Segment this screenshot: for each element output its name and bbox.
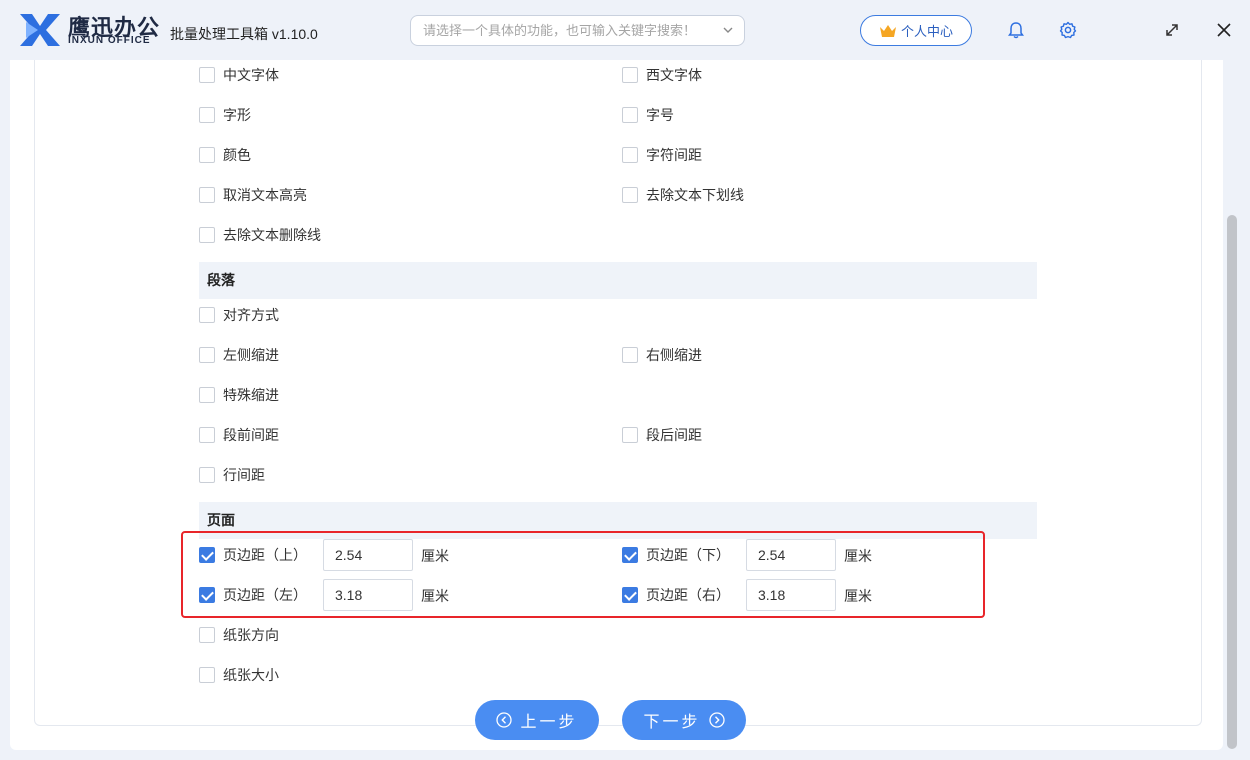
user-center-label: 个人中心 [900,24,953,39]
option-label: 去除文本删除线 [223,227,321,243]
checkbox[interactable] [199,107,215,123]
unit-label: 厘米 [421,588,449,604]
margin-bottom-input[interactable] [746,539,836,571]
section-page-heading: 页面 [199,502,1037,539]
checkbox[interactable] [622,107,638,123]
checkbox[interactable] [199,627,215,643]
option-label: 页边距（右） [646,587,730,603]
checkbox[interactable] [199,67,215,83]
option-label: 特殊缩进 [223,387,279,403]
unit-label: 厘米 [844,588,872,604]
option-paper-orientation[interactable]: 纸张方向 [199,625,279,645]
option-remove-highlight[interactable]: 取消文本高亮 [199,185,307,205]
option-paper-size[interactable]: 纸张大小 [199,665,279,685]
option-left-indent[interactable]: 左侧缩进 [199,345,279,365]
option-remove-underline[interactable]: 去除文本下划线 [622,185,744,205]
option-label: 页边距（上） [223,547,307,563]
option-label: 右侧缩进 [646,347,702,363]
checkbox[interactable] [622,67,638,83]
checkbox[interactable] [199,187,215,203]
option-line-spacing[interactable]: 行间距 [199,465,265,485]
option-margin-top[interactable]: 页边距（上） [199,545,307,565]
option-alignment[interactable]: 对齐方式 [199,305,279,325]
option-label: 字号 [646,107,674,123]
unit-label: 厘米 [421,548,449,564]
option-label: 字符间距 [646,147,702,163]
chevron-left-circle-icon [496,712,513,728]
checkbox[interactable] [199,467,215,483]
scrollbar-thumb[interactable] [1227,215,1237,749]
checkbox[interactable] [622,187,638,203]
user-center-button[interactable]: 个人中心 [860,15,972,46]
checkbox[interactable] [199,387,215,403]
option-label: 纸张方向 [223,627,279,643]
option-margin-right[interactable]: 页边距（右） [622,585,730,605]
option-special-indent[interactable]: 特殊缩进 [199,385,279,405]
option-label: 页边距（下） [646,547,730,563]
checkbox[interactable] [622,347,638,363]
bell-icon[interactable] [1006,20,1026,40]
checkbox-checked[interactable] [199,547,215,563]
option-label: 段后间距 [646,427,702,443]
option-label: 取消文本高亮 [223,187,307,203]
option-label: 纸张大小 [223,667,279,683]
chevron-right-circle-icon [708,712,725,728]
logo-subtext: INXUN OFFICE [68,35,151,46]
main-panel [10,60,1223,750]
title-bar: 鹰迅办公 INXUN OFFICE 批量处理工具箱 v1.10.0 个人中心 [0,0,1250,60]
option-western-font[interactable]: 西文字体 [622,65,702,85]
checkbox[interactable] [199,227,215,243]
option-remove-strikethrough[interactable]: 去除文本删除线 [199,225,321,245]
checkbox-checked[interactable] [622,587,638,603]
next-step-button[interactable]: 下一步 [622,700,746,740]
option-label: 段前间距 [223,427,279,443]
option-label: 左侧缩进 [223,347,279,363]
checkbox[interactable] [199,667,215,683]
function-search[interactable] [410,15,745,46]
margin-left-input[interactable] [323,579,413,611]
margin-top-input[interactable] [323,539,413,571]
checkbox[interactable] [199,147,215,163]
option-margin-left[interactable]: 页边距（左） [199,585,307,605]
option-label: 字形 [223,107,251,123]
option-space-before[interactable]: 段前间距 [199,425,279,445]
next-step-label: 下一步 [643,714,701,731]
crown-icon [879,24,896,37]
maximize-icon[interactable] [1162,20,1182,40]
chevron-down-icon[interactable] [722,24,734,36]
option-label: 中文字体 [223,67,279,83]
option-label: 颜色 [223,147,251,163]
option-label: 对齐方式 [223,307,279,323]
option-label: 去除文本下划线 [646,187,744,203]
section-paragraph-heading: 段落 [199,262,1037,299]
prev-step-label: 上一步 [520,714,578,731]
margin-right-input[interactable] [746,579,836,611]
app-title: 批量处理工具箱 v1.10.0 [170,26,318,42]
option-label: 西文字体 [646,67,702,83]
option-label: 页边距（左） [223,587,307,603]
option-font-size[interactable]: 字号 [622,105,674,125]
option-label: 行间距 [223,467,265,483]
prev-step-button[interactable]: 上一步 [475,700,599,740]
checkbox[interactable] [199,307,215,323]
checkbox[interactable] [199,427,215,443]
checkbox[interactable] [622,427,638,443]
option-right-indent[interactable]: 右侧缩进 [622,345,702,365]
option-font-style[interactable]: 字形 [199,105,251,125]
checkbox[interactable] [622,147,638,163]
search-input[interactable] [423,16,713,45]
option-space-after[interactable]: 段后间距 [622,425,702,445]
checkbox-checked[interactable] [199,587,215,603]
gear-icon[interactable] [1058,20,1078,40]
checkbox[interactable] [199,347,215,363]
close-icon[interactable] [1214,20,1234,40]
logo-icon [20,14,60,46]
checkbox-checked[interactable] [622,547,638,563]
unit-label: 厘米 [844,548,872,564]
option-color[interactable]: 颜色 [199,145,251,165]
option-char-spacing[interactable]: 字符间距 [622,145,702,165]
option-margin-bottom[interactable]: 页边距（下） [622,545,730,565]
option-chinese-font[interactable]: 中文字体 [199,65,279,85]
